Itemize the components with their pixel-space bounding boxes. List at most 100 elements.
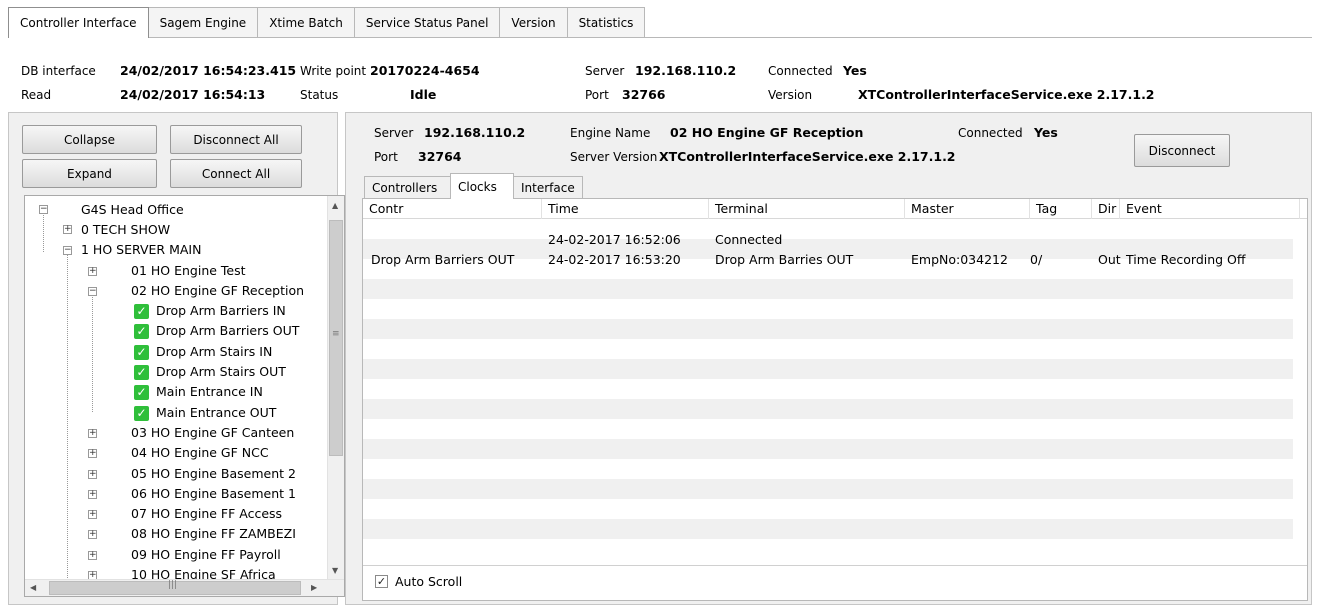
tree-node[interactable]: 08 HO Engine FF ZAMBEZI xyxy=(131,524,296,544)
engine-server-value: 192.168.110.2 xyxy=(424,125,526,140)
engine-connected-value: Yes xyxy=(1034,125,1058,140)
tab-divider xyxy=(8,37,1312,38)
minus-box-icon[interactable]: − xyxy=(39,205,48,214)
plus-box-icon[interactable]: + xyxy=(88,530,97,539)
cell-time: 24-02-2017 16:52:06 xyxy=(548,232,681,247)
tab-sagem-engine[interactable]: Sagem Engine xyxy=(147,7,259,37)
tree-vertical-scrollbar[interactable]: ▲ ≡ ▼ xyxy=(327,196,344,580)
green-check-icon: ✓ xyxy=(134,304,149,319)
tree-leaf[interactable]: Drop Arm Stairs IN xyxy=(156,342,272,362)
cell-event: Time Recording Off xyxy=(1126,252,1246,267)
tree-leaf[interactable]: Drop Arm Barriers OUT xyxy=(156,321,299,341)
engine-name-label: Engine Name xyxy=(570,126,651,140)
read-label: Read xyxy=(21,88,52,102)
green-check-icon: ✓ xyxy=(134,324,149,339)
status-label: Status xyxy=(300,88,339,102)
tree-hscroll-thumb[interactable]: ||| xyxy=(49,580,301,595)
column-header-contr[interactable]: Contr xyxy=(363,199,542,219)
scroll-left-arrow-icon[interactable]: ◀ xyxy=(30,583,36,592)
auto-scroll-label: Auto Scroll xyxy=(395,574,463,589)
write-point-label: Write point xyxy=(300,64,367,78)
green-check-icon: ✓ xyxy=(134,345,149,360)
tree-node[interactable]: 06 HO Engine Basement 1 xyxy=(131,484,296,504)
grip-icon: ||| xyxy=(168,580,178,590)
port-label: Port xyxy=(585,88,609,102)
engine-port-value: 32764 xyxy=(418,149,462,164)
tree-node[interactable]: 01 HO Engine Test xyxy=(131,261,246,281)
cell-tag: 0/ xyxy=(1030,252,1043,267)
controller-tree[interactable]: − G4S Head Office + 0 TECH SHOW − 1 HO S… xyxy=(24,195,345,597)
expand-button[interactable]: Expand xyxy=(22,159,157,188)
tab-xtime-batch[interactable]: Xtime Batch xyxy=(257,7,355,37)
tree-horizontal-scrollbar[interactable]: ◀ ||| ▶ xyxy=(25,579,344,596)
tab-service-status-panel[interactable]: Service Status Panel xyxy=(353,7,501,37)
plus-box-icon[interactable]: + xyxy=(88,449,97,458)
tab-interface[interactable]: Interface xyxy=(513,176,583,198)
plus-box-icon[interactable]: + xyxy=(88,429,97,438)
column-header-terminal[interactable]: Terminal xyxy=(709,199,905,219)
minus-box-icon[interactable]: − xyxy=(63,246,72,255)
plus-box-icon[interactable]: + xyxy=(88,510,97,519)
grip-icon: ≡ xyxy=(332,329,340,339)
tree-node[interactable]: 07 HO Engine FF Access xyxy=(131,504,282,524)
tree-node[interactable]: 04 HO Engine GF NCC xyxy=(131,443,269,463)
column-header-time[interactable]: Time xyxy=(542,199,709,219)
cell-contr: Drop Arm Barriers OUT xyxy=(371,252,515,267)
auto-scroll-option[interactable]: ✓ Auto Scroll xyxy=(375,574,462,589)
tree-node[interactable]: 05 HO Engine Basement 2 xyxy=(131,464,296,484)
tab-clocks[interactable]: Clocks xyxy=(450,173,514,199)
tree-scroll-thumb[interactable]: ≡ xyxy=(329,220,343,456)
tree-root[interactable]: G4S Head Office xyxy=(81,200,184,220)
tree-node-selected[interactable]: 02 HO Engine GF Reception xyxy=(131,281,304,301)
clocks-grid[interactable]: Contr Time Terminal Master Tag Dir Event… xyxy=(362,198,1308,601)
scroll-down-arrow-icon[interactable]: ▼ xyxy=(332,566,338,575)
green-check-icon: ✓ xyxy=(134,365,149,380)
version-label: Version xyxy=(768,88,813,102)
tree-leaf[interactable]: Drop Arm Stairs OUT xyxy=(156,362,286,382)
tab-controllers[interactable]: Controllers xyxy=(364,176,451,198)
tree-leaf[interactable]: Main Entrance OUT xyxy=(156,403,276,423)
scroll-right-arrow-icon[interactable]: ▶ xyxy=(311,583,317,592)
server-label: Server xyxy=(585,64,625,78)
scroll-up-arrow-icon[interactable]: ▲ xyxy=(332,201,338,210)
column-header-tag[interactable]: Tag xyxy=(1030,199,1092,219)
tab-controller-interface[interactable]: Controller Interface xyxy=(8,7,149,38)
plus-box-icon[interactable]: + xyxy=(88,470,97,479)
tree-leaf[interactable]: Drop Arm Barriers IN xyxy=(156,301,286,321)
server-value: 192.168.110.2 xyxy=(635,63,737,78)
cell-master: EmpNo:034212 xyxy=(911,252,1008,267)
tree-leaf[interactable]: Main Entrance IN xyxy=(156,382,263,402)
port-value: 32766 xyxy=(622,87,666,102)
plus-box-icon[interactable]: + xyxy=(88,490,97,499)
tree-node[interactable]: 0 TECH SHOW xyxy=(81,220,170,240)
tree-node[interactable]: 1 HO SERVER MAIN xyxy=(81,240,201,260)
status-value: Idle xyxy=(410,87,437,102)
column-header-master[interactable]: Master xyxy=(905,199,1030,219)
write-point-value: 20170224-4654 xyxy=(370,63,480,78)
connected-label: Connected xyxy=(768,64,833,78)
tree-node[interactable]: 09 HO Engine FF Payroll xyxy=(131,545,281,565)
cell-dir: Out xyxy=(1098,252,1121,267)
top-tab-strip: Controller Interface Sagem Engine Xtime … xyxy=(8,7,646,38)
column-header-dir[interactable]: Dir xyxy=(1092,199,1120,219)
server-version-label: Server Version xyxy=(570,150,658,164)
tab-statistics[interactable]: Statistics xyxy=(566,7,646,37)
green-check-icon: ✓ xyxy=(134,385,149,400)
db-interface-value: 24/02/2017 16:54:23.415 xyxy=(120,63,297,78)
connect-all-button[interactable]: Connect All xyxy=(170,159,302,188)
cell-terminal: Drop Arm Barries OUT xyxy=(715,252,854,267)
collapse-button[interactable]: Collapse xyxy=(22,125,157,154)
engine-name-value: 02 HO Engine GF Reception xyxy=(670,125,864,140)
column-header-event[interactable]: Event xyxy=(1120,199,1300,219)
auto-scroll-checkbox[interactable]: ✓ xyxy=(375,575,388,588)
plus-box-icon[interactable]: + xyxy=(63,225,72,234)
plus-box-icon[interactable]: + xyxy=(88,551,97,560)
tab-version[interactable]: Version xyxy=(499,7,568,37)
read-value: 24/02/2017 16:54:13 xyxy=(120,87,266,102)
disconnect-button[interactable]: Disconnect xyxy=(1134,134,1230,167)
server-version-value: XTControllerInterfaceService.exe 2.17.1.… xyxy=(659,149,956,164)
plus-box-icon[interactable]: + xyxy=(88,267,97,276)
tree-node[interactable]: 03 HO Engine GF Canteen xyxy=(131,423,294,443)
disconnect-all-button[interactable]: Disconnect All xyxy=(170,125,302,154)
minus-box-icon[interactable]: − xyxy=(88,287,97,296)
